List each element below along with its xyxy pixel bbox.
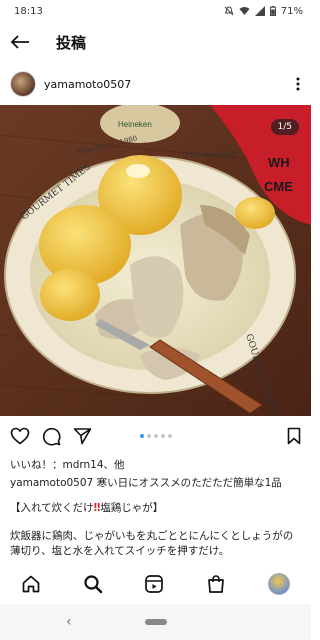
image-counter-badge: 1/5	[270, 119, 299, 135]
share-icon[interactable]	[73, 427, 92, 445]
carousel-dot	[139, 434, 144, 438]
likes-text[interactable]: いいね！：mdrn14、他	[10, 458, 302, 473]
signal-icon	[254, 6, 265, 16]
shirt-text-1: WH	[268, 155, 290, 170]
post-photo[interactable]: Heineken WH CME GOURMET TIMES February 1…	[0, 105, 311, 416]
wifi-icon	[239, 6, 250, 16]
page-title: 投稿	[56, 33, 87, 52]
app-bar: 投稿	[0, 22, 311, 62]
carousel-dot	[160, 434, 165, 438]
post-actions	[0, 422, 311, 450]
more-vert-icon[interactable]	[295, 76, 301, 92]
search-icon[interactable]	[83, 574, 103, 594]
post-caption: いいね！：mdrn14、他 yamamoto0507 寒い日にオススメのただただ…	[10, 458, 302, 559]
post-username[interactable]: yamamoto0507	[44, 78, 295, 91]
avatar[interactable]	[10, 71, 36, 97]
food-photo-illustration: Heineken WH CME GOURMET TIMES February 1…	[0, 105, 311, 416]
home-icon[interactable]	[21, 574, 41, 594]
bookmark-icon[interactable]	[287, 427, 301, 445]
tin-label: Heineken	[118, 120, 152, 129]
mute-icon	[224, 6, 234, 16]
caption-username[interactable]: yamamoto0507	[10, 477, 93, 489]
reels-icon[interactable]	[144, 574, 164, 594]
caption-heading: 【入れて炊くだけ‼塩鶏じゃが】	[10, 502, 164, 514]
shirt-text-2: CME	[264, 179, 293, 194]
profile-avatar[interactable]	[268, 573, 291, 595]
caption-text: 寒い日にオススメのただただ簡単な1品	[96, 477, 282, 489]
system-navigation-bar: ‹	[0, 604, 311, 640]
heart-icon[interactable]	[10, 427, 30, 445]
back-arrow-icon[interactable]	[10, 34, 30, 50]
status-bar: 18:13 71%	[0, 0, 311, 22]
system-home-pill[interactable]	[144, 619, 167, 625]
caption-line-1: yamamoto0507 寒い日にオススメのただただ簡単な1品	[10, 476, 302, 491]
bottom-navigation	[0, 567, 311, 601]
post-header: yamamoto0507	[0, 66, 311, 102]
bowl-text-4: D the Best Roll	[182, 151, 236, 159]
carousel-dot	[153, 434, 158, 438]
caption-body: 炊飯器に鶏肉、じゃがいもを丸ごととにんにくとしょうがの薄切り、塩と水を入れてスイ…	[10, 530, 294, 557]
carousel-dot	[146, 434, 151, 438]
battery-level: 71%	[280, 5, 303, 17]
carousel-dot	[167, 434, 172, 438]
carousel-indicator	[139, 434, 172, 438]
shop-icon[interactable]	[206, 574, 226, 594]
system-back-icon[interactable]: ‹	[66, 614, 72, 630]
comment-icon[interactable]	[42, 427, 61, 446]
battery-icon	[269, 6, 276, 16]
status-time: 18:13	[14, 5, 43, 17]
